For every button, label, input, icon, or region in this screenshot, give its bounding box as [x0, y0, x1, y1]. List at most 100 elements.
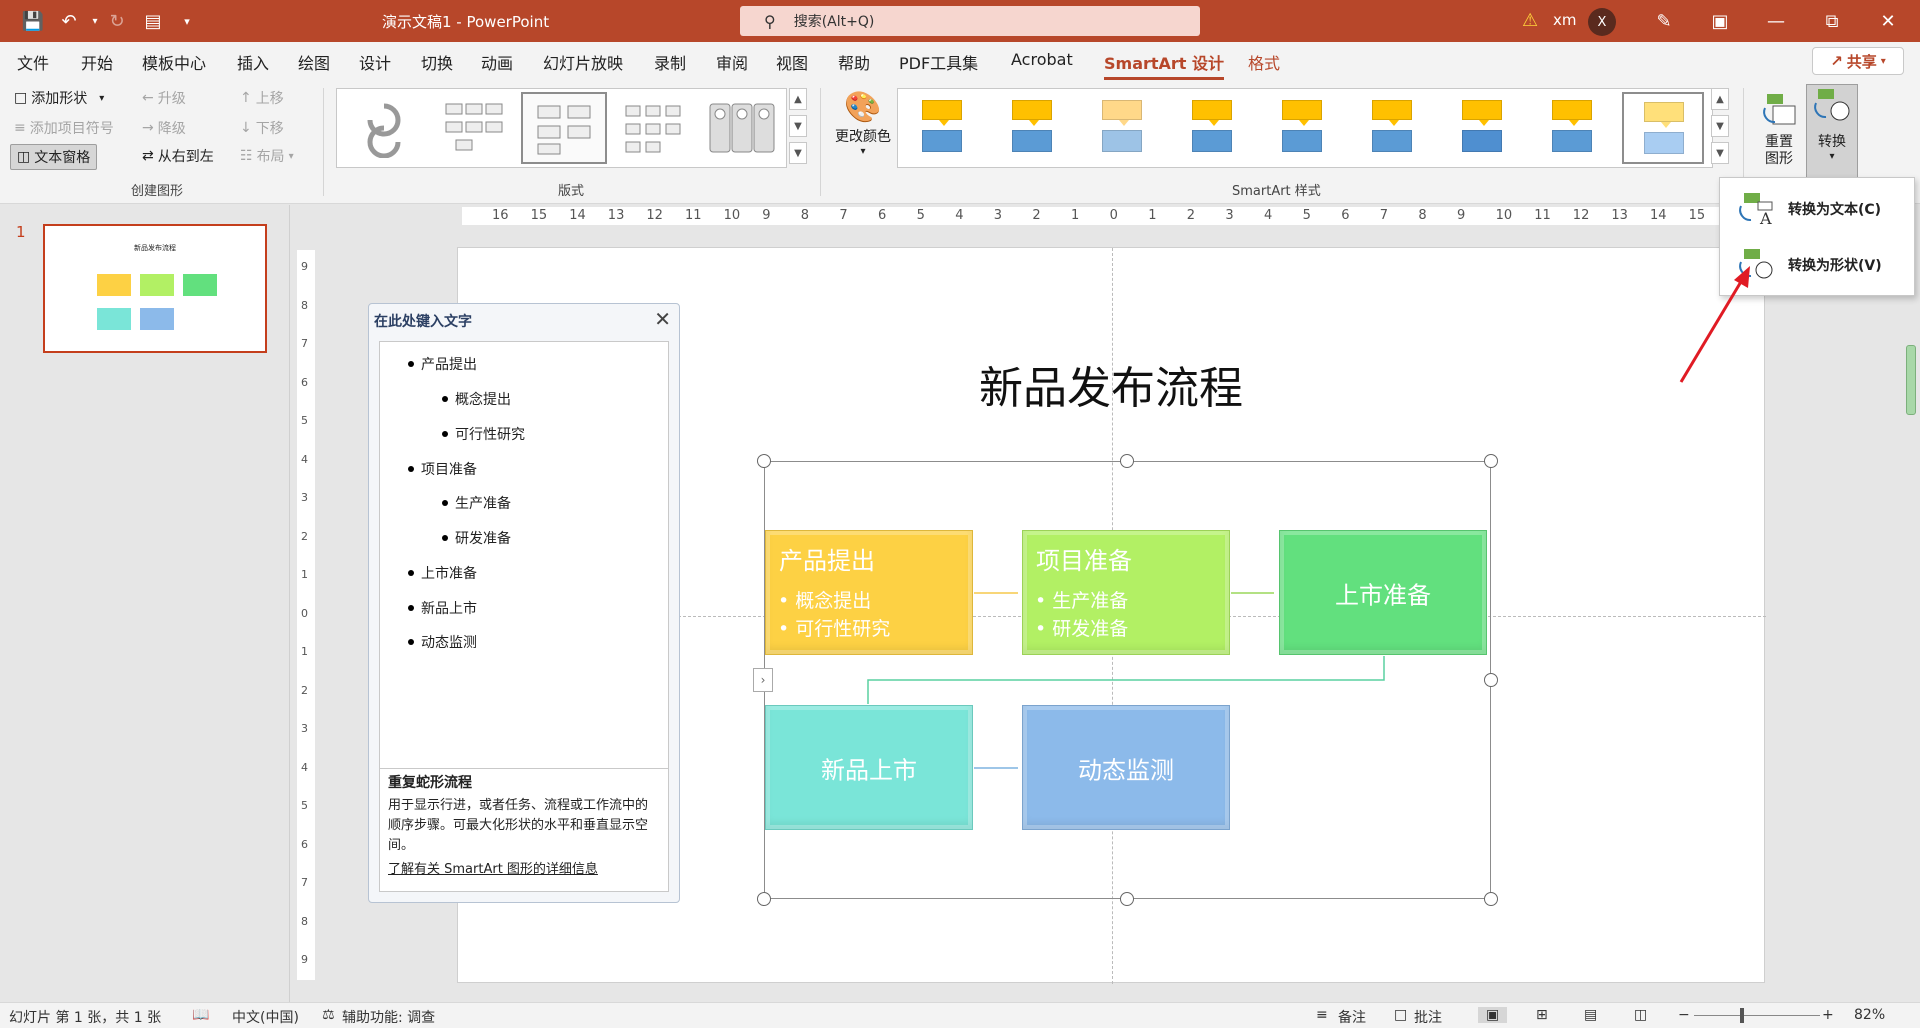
layout-option[interactable]	[431, 92, 517, 164]
promote-button[interactable]: ← 升级	[142, 88, 186, 108]
list-item[interactable]: 上市准备	[408, 563, 477, 583]
list-item[interactable]: 新品上市	[408, 598, 477, 618]
change-colors-button[interactable]: 🎨 更改颜色 ▾	[833, 90, 893, 157]
tab-pdf-tools[interactable]: PDF工具集	[899, 50, 978, 74]
smartart-style-option[interactable]	[1172, 92, 1254, 164]
list-item[interactable]: 生产准备	[442, 493, 511, 513]
smartart-style-option[interactable]	[902, 92, 984, 164]
accessibility-status[interactable]: 辅助功能: 调查	[342, 1007, 435, 1027]
normal-view-icon[interactable]: ▣	[1478, 1007, 1508, 1023]
gallery-scroll-up[interactable]: ▲	[789, 88, 807, 110]
smartart-style-option[interactable]	[992, 92, 1074, 164]
smartart-box-2[interactable]: 项目准备 • 生产准备 • 研发准备	[1022, 530, 1230, 655]
warning-icon[interactable]: ⚠	[1522, 10, 1538, 31]
styles-scroll-up[interactable]: ▲	[1711, 88, 1729, 110]
demote-button[interactable]: → 降级	[142, 118, 186, 138]
tab-transitions[interactable]: 切换	[421, 50, 453, 74]
styles-more[interactable]: ▼	[1711, 142, 1729, 164]
zoom-in-icon[interactable]: +	[1822, 1007, 1834, 1023]
smartart-style-option[interactable]	[1352, 92, 1434, 164]
close-icon[interactable]: ✕	[1868, 4, 1908, 38]
add-shape-button[interactable]: □ 添加形状 ▾	[14, 88, 104, 108]
smartart-box-5[interactable]: 动态监测	[1022, 705, 1230, 830]
layout-button[interactable]: ☷ 布局 ▾	[240, 146, 294, 166]
tab-view[interactable]: 视图	[776, 50, 808, 74]
customize-toolbar-icon[interactable]: ▾	[174, 8, 200, 34]
tab-format[interactable]: 格式	[1248, 50, 1280, 74]
search-box[interactable]: ⚲ 搜索(Alt+Q)	[740, 6, 1200, 36]
layout-option[interactable]	[611, 92, 697, 164]
tab-review[interactable]: 审阅	[716, 50, 748, 74]
comment-icon[interactable]: □	[1394, 1007, 1407, 1023]
tab-home[interactable]: 开始	[81, 50, 113, 74]
undo-icon[interactable]: ↶	[56, 8, 82, 34]
slideshow-icon[interactable]: ◫	[1634, 1007, 1647, 1023]
ribbon-display-icon[interactable]: ▣	[1700, 4, 1740, 38]
slide-sorter-icon[interactable]: ⊞	[1536, 1007, 1548, 1023]
tab-smartart-design[interactable]: SmartArt 设计	[1104, 50, 1225, 80]
smartart-box-1[interactable]: 产品提出 • 概念提出 • 可行性研究	[765, 530, 973, 655]
tab-animations[interactable]: 动画	[481, 50, 513, 74]
tab-help[interactable]: 帮助	[838, 50, 870, 74]
tab-slideshow[interactable]: 幻灯片放映	[543, 50, 623, 74]
list-item[interactable]: 研发准备	[442, 528, 511, 548]
move-up-button[interactable]: ↑ 上移	[240, 88, 284, 108]
smartart-style-option[interactable]	[1262, 92, 1344, 164]
tab-template-center[interactable]: 模板中心	[142, 50, 206, 74]
tab-draw[interactable]: 绘图	[298, 50, 330, 74]
layout-option[interactable]	[341, 92, 427, 164]
zoom-level[interactable]: 82%	[1854, 1007, 1885, 1023]
smartart-box-3[interactable]: 上市准备	[1279, 530, 1487, 655]
text-pane-button[interactable]: ◫ 文本窗格	[10, 144, 98, 170]
gallery-more[interactable]: ▼	[789, 142, 807, 164]
smartart-style-option[interactable]	[1442, 92, 1524, 164]
save-icon[interactable]: 💾	[20, 8, 46, 34]
learn-more-link[interactable]: 了解有关 SmartArt 图形的详细信息	[388, 860, 660, 880]
tab-acrobat[interactable]: Acrobat	[1011, 50, 1073, 69]
tab-record[interactable]: 录制	[654, 50, 686, 74]
reading-view-icon[interactable]: ▤	[1584, 1007, 1597, 1023]
convert-to-text-item[interactable]: A 转换为文本(C)	[1720, 184, 1914, 234]
tab-insert[interactable]: 插入	[237, 50, 269, 74]
redo-icon[interactable]: ↻	[104, 8, 130, 34]
list-item[interactable]: 可行性研究	[442, 424, 525, 444]
language[interactable]: 中文(中国)	[232, 1007, 299, 1027]
layout-option-selected[interactable]	[521, 92, 607, 164]
share-button[interactable]: ↗ 共享 ▾	[1812, 47, 1904, 75]
notes-button[interactable]: 备注	[1338, 1007, 1366, 1027]
list-item[interactable]: 项目准备	[408, 459, 477, 479]
convert-button[interactable]: 转换 ▾	[1806, 84, 1858, 180]
move-down-button[interactable]: ↓ 下移	[240, 118, 284, 138]
pen-icon[interactable]: ✎	[1644, 4, 1684, 38]
smartart-style-option[interactable]	[1532, 92, 1614, 164]
reset-graphic-button[interactable]: 重置 图形	[1755, 88, 1803, 168]
list-item[interactable]: 产品提出	[408, 354, 477, 374]
zoom-out-icon[interactable]: −	[1678, 1007, 1690, 1023]
styles-scroll-down[interactable]: ▼	[1711, 115, 1729, 137]
slide-thumbnail[interactable]: 新品发布流程	[43, 224, 267, 353]
present-icon[interactable]: ▤	[140, 8, 166, 34]
smartart-box-4[interactable]: 新品上市	[765, 705, 973, 830]
gallery-scroll-down[interactable]: ▼	[789, 115, 807, 137]
right-to-left-button[interactable]: ⇄ 从右到左	[142, 146, 214, 166]
layout-option[interactable]	[699, 92, 785, 164]
avatar[interactable]: X	[1588, 8, 1616, 36]
text-pane-list[interactable]: 产品提出 概念提出 可行性研究 项目准备 生产准备 研发准备 上市准备 新品上市…	[379, 341, 669, 769]
notes-icon[interactable]: ≡	[1316, 1007, 1328, 1023]
minimize-icon[interactable]: —	[1756, 4, 1796, 38]
list-item[interactable]: 概念提出	[442, 389, 511, 409]
tab-file[interactable]: 文件	[17, 50, 49, 74]
accessibility-icon[interactable]: ⚖	[322, 1007, 335, 1023]
close-icon[interactable]: ✕	[654, 307, 671, 331]
slide-info[interactable]: 幻灯片 第 1 张，共 1 张	[9, 1007, 161, 1027]
restore-icon[interactable]: ⧉	[1812, 4, 1852, 38]
smartart-style-option[interactable]	[1082, 92, 1164, 164]
vertical-scrollbar-thumb[interactable]	[1906, 345, 1916, 415]
tab-design[interactable]: 设计	[359, 50, 391, 74]
smartart-style-option[interactable]	[1622, 92, 1704, 164]
list-item[interactable]: 动态监测	[408, 632, 477, 652]
spelling-icon[interactable]: 📖	[192, 1007, 209, 1023]
add-bullet-button[interactable]: ≡ 添加项目符号	[14, 118, 114, 138]
zoom-slider[interactable]	[1694, 1015, 1820, 1016]
user-name[interactable]: xm	[1553, 11, 1577, 29]
